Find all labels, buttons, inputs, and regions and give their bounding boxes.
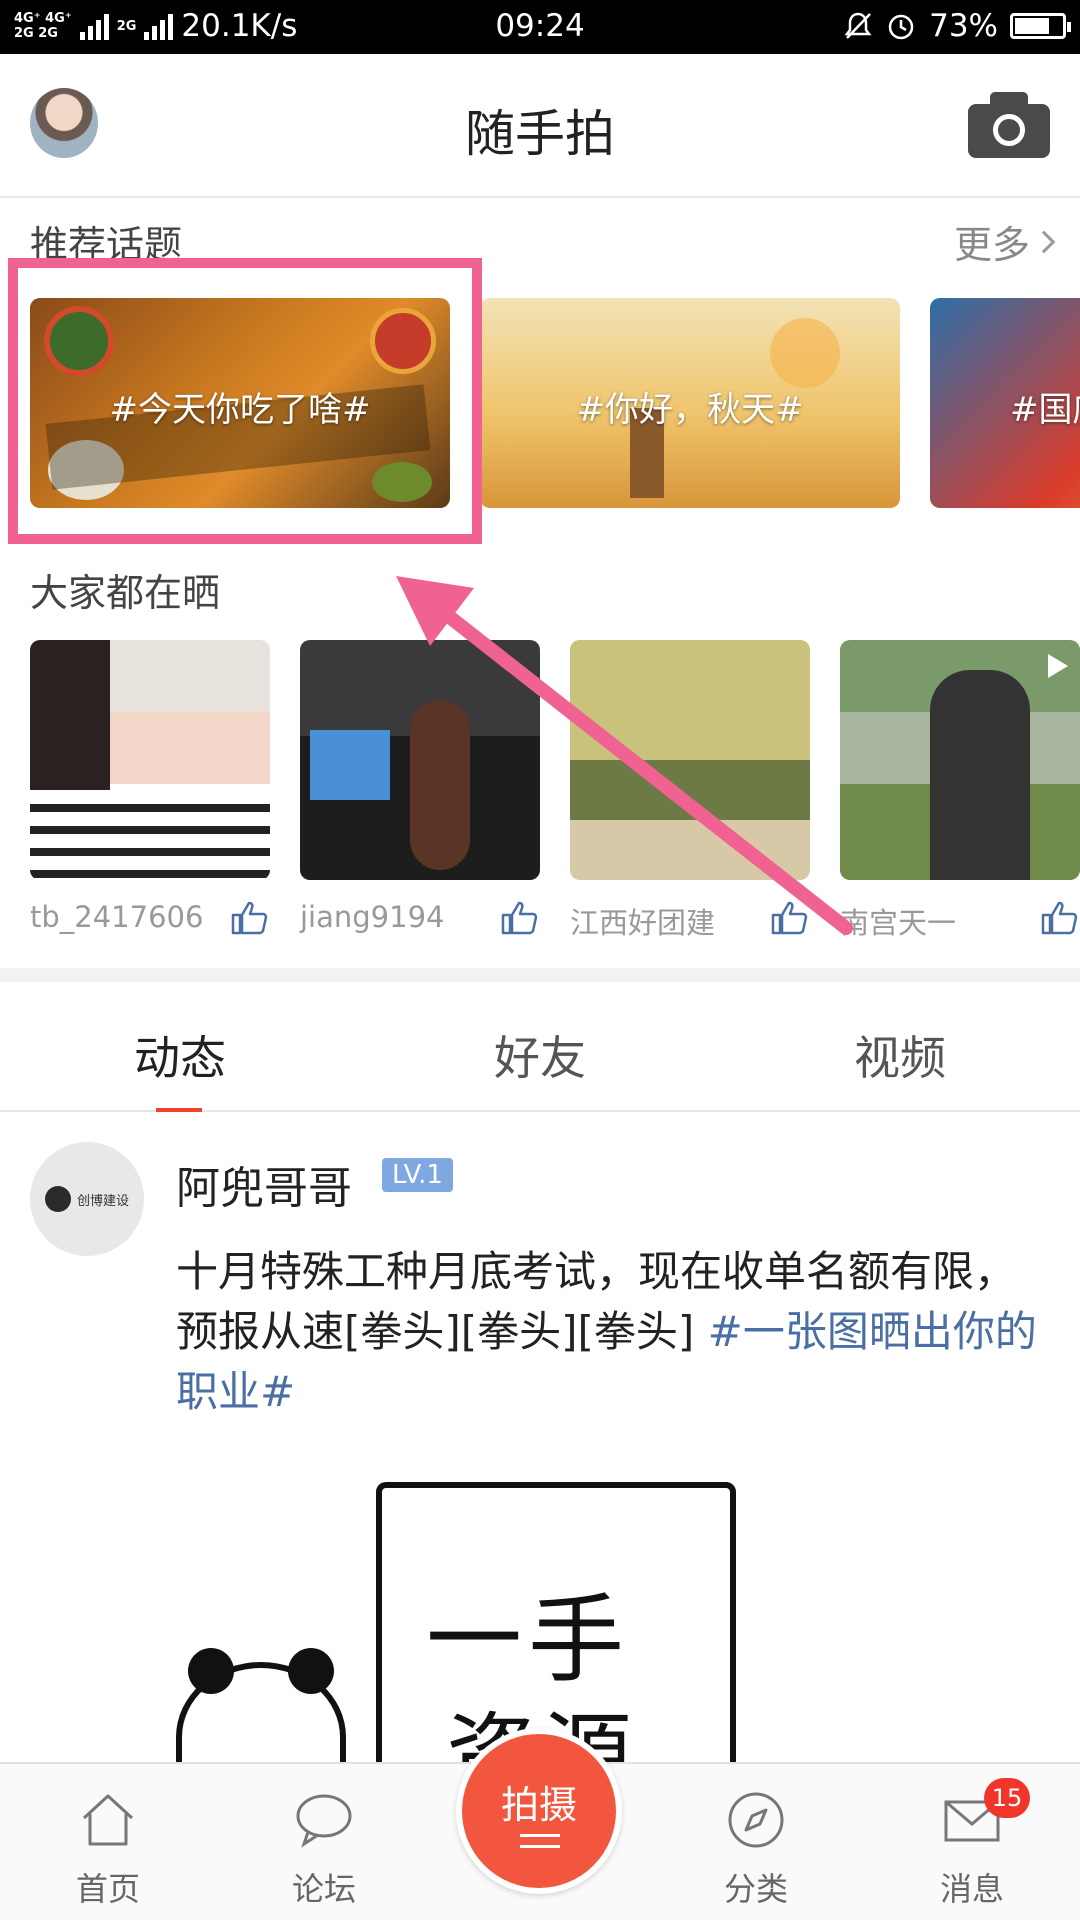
post-author-avatar[interactable]: 创博建设 (30, 1142, 144, 1256)
shares-carousel[interactable]: tb_2417606 jiang9194 江西好团建 南宫天一 (30, 640, 1080, 940)
tab-videos[interactable]: 视频 (720, 1022, 1080, 1088)
alarm-icon (888, 14, 914, 40)
post-author-name[interactable]: 阿兜哥哥 (176, 1152, 352, 1216)
home-icon (82, 1794, 134, 1846)
thumbs-up-icon[interactable] (230, 900, 270, 936)
share-username: 江西好团建 (570, 906, 716, 940)
message-count-badge: 15 (984, 1778, 1030, 1818)
share-thumbnail[interactable] (300, 640, 540, 880)
chat-bubble-icon (296, 1794, 352, 1848)
section-divider (0, 968, 1080, 982)
share-item[interactable]: jiang9194 (300, 640, 540, 940)
topic-label: #国庆 (1010, 390, 1080, 430)
feed-tabs: 动态 好友 视频 (0, 982, 1080, 1112)
share-thumbnail[interactable] (840, 640, 1080, 880)
page-title: 随手拍 (465, 105, 615, 163)
shoot-label: 拍摄 (500, 1783, 577, 1827)
topic-card[interactable]: #你好，秋天# (480, 298, 900, 508)
shoot-button[interactable]: 拍摄 (456, 1728, 622, 1894)
share-username: 南宫天一 (840, 906, 957, 940)
topic-label: #你好，秋天# (576, 390, 804, 430)
share-item[interactable]: tb_2417606 (30, 640, 270, 940)
meme-text: 一手 (426, 1584, 630, 1696)
nav-messages[interactable]: 15 消息 (882, 1764, 1062, 1920)
battery-percent: 73% (929, 8, 998, 44)
compass-icon (728, 1792, 784, 1848)
share-thumbnail[interactable] (30, 640, 270, 880)
nav-category-label: 分类 (723, 1870, 788, 1908)
bottom-nav: 首页 论坛 拍摄 分类 15 消息 (0, 1728, 1080, 1920)
nav-category[interactable]: 分类 (666, 1764, 846, 1920)
thumbs-up-icon[interactable] (1040, 900, 1080, 936)
share-username: tb_2417606 (30, 900, 204, 934)
topic-card[interactable]: #国庆 (930, 298, 1080, 508)
level-badge: LV.1 (382, 1158, 453, 1192)
share-thumbnail[interactable] (570, 640, 810, 880)
tab-friends[interactable]: 好友 (360, 1022, 720, 1088)
feed-post[interactable]: 创博建设 阿兜哥哥 LV.1 十月特殊工种月底考试，现在收单名额有限，预报从速[… (0, 1112, 1080, 1762)
share-username: jiang9194 (300, 900, 445, 934)
camera-icon (993, 114, 1025, 146)
thumbs-up-icon[interactable] (770, 900, 810, 936)
nav-forum-label: 论坛 (291, 1870, 356, 1908)
nav-home-label: 首页 (75, 1870, 140, 1908)
nav-forum[interactable]: 论坛 (234, 1764, 414, 1920)
mute-bell-icon (844, 12, 872, 39)
status-bar: 4G⁺ 4G⁺ 2G 2G 2G 20.1K/s 09:24 73% (0, 0, 1080, 54)
post-text: 十月特殊工种月底考试，现在收单名额有限，预报从速[拳头][拳头][拳头] #一张… (176, 1247, 1037, 1416)
battery-icon (1010, 13, 1071, 39)
highlight-box (8, 258, 482, 544)
shares-section-title: 大家都在晒 (30, 571, 221, 615)
play-icon (1048, 654, 1068, 678)
menu-lines-icon (520, 1834, 560, 1848)
nav-home[interactable]: 首页 (18, 1764, 198, 1920)
app-header: 随手拍 (0, 54, 1080, 198)
more-topics-link[interactable]: 更多 (953, 214, 1056, 269)
chevron-right-icon (1032, 230, 1056, 253)
post-image[interactable]: 一手 资源 (176, 1482, 736, 1762)
company-logo-icon (44, 1186, 71, 1212)
camera-button[interactable] (968, 92, 1050, 158)
share-item[interactable]: 南宫天一 (840, 640, 1080, 940)
tab-dynamic[interactable]: 动态 (0, 1022, 360, 1088)
thumbs-up-icon[interactable] (500, 900, 540, 936)
share-item[interactable]: 江西好团建 (570, 640, 810, 940)
panda-meme-icon (176, 1648, 346, 1762)
nav-messages-label: 消息 (939, 1870, 1004, 1908)
more-label: 更多 (953, 223, 1030, 267)
